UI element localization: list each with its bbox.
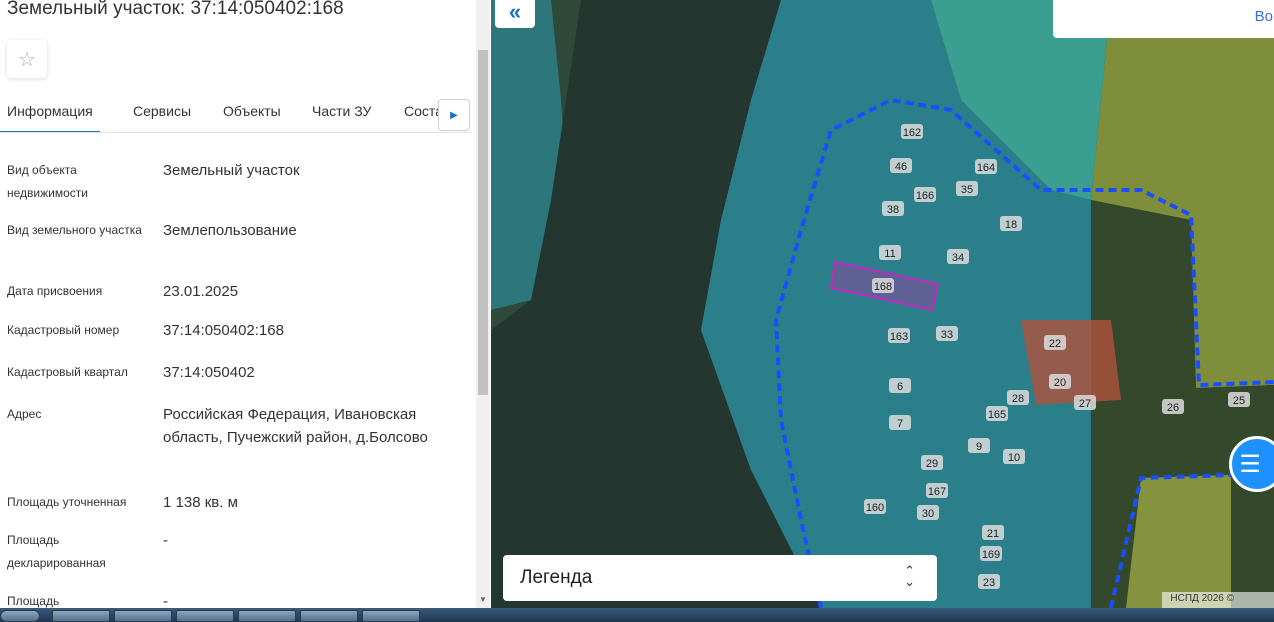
parcel-number[interactable]: 169 [982, 549, 1000, 561]
parcel-number[interactable]: 160 [866, 502, 884, 514]
tab-parts[interactable]: Части ЗУ [312, 103, 371, 119]
info-panel: Земельный участок: 37:14:050402:168 ☆ Ин… [0, 0, 491, 608]
parcel-number[interactable]: 165 [988, 409, 1006, 421]
parcel-number[interactable]: 167 [928, 486, 946, 498]
panel-scrollbar[interactable]: ▼ [476, 0, 490, 608]
taskbar-app[interactable] [114, 610, 172, 622]
caret-right-icon: ▶ [450, 109, 458, 121]
parcel-number[interactable]: 35 [961, 184, 973, 196]
copyright: НСПД 2026 © [1162, 592, 1274, 608]
page-title: Земельный участок: 37:14:050402:168 [7, 0, 344, 19]
star-icon: ☆ [18, 48, 36, 71]
parcel-number[interactable]: 30 [922, 508, 934, 520]
favorite-button[interactable]: ☆ [7, 40, 47, 78]
tab-objects[interactable]: Объекты [223, 103, 281, 119]
expand-chevrons-icon: ⌃ ⌄ [904, 563, 915, 589]
parcel-number[interactable]: 25 [1233, 395, 1245, 407]
os-taskbar [0, 608, 1274, 622]
parcel-number[interactable]: 10 [1008, 452, 1020, 464]
parcel-number[interactable]: 34 [952, 252, 964, 264]
legend-label: Легенда [520, 567, 593, 588]
parcel-number[interactable]: 18 [1005, 219, 1017, 231]
parcel-number[interactable]: 46 [895, 161, 907, 173]
parcel-number[interactable]: 20 [1054, 377, 1066, 389]
taskbar-app[interactable] [362, 610, 420, 622]
parcel-number[interactable]: 28 [1012, 393, 1024, 405]
scroll-down-arrow-icon[interactable]: ▼ [479, 595, 487, 604]
start-button[interactable] [0, 610, 40, 622]
parcel-number[interactable]: 22 [1049, 338, 1061, 350]
satellite-map: 162 46 164 35 166 38 18 11 34 168 163 33 22 6 20 28 27 26… [491, 0, 1274, 608]
parcel-number[interactable]: 166 [916, 190, 934, 202]
parcel-number[interactable]: 168 [874, 281, 892, 293]
parcel-number[interactable]: 6 [897, 381, 903, 393]
parcel-number[interactable]: 33 [941, 329, 953, 341]
parcel-number[interactable]: 164 [977, 162, 995, 174]
parcel-number[interactable]: 21 [987, 528, 999, 540]
chat-icon: ☰ [1239, 450, 1261, 478]
parcel-number[interactable]: 26 [1167, 402, 1179, 414]
parcel-number[interactable]: 27 [1079, 398, 1091, 410]
top-panel-link[interactable]: Во [1255, 8, 1273, 25]
taskbar-app[interactable] [52, 610, 110, 622]
map-top-panel: Во [1053, 0, 1274, 38]
taskbar-app[interactable] [300, 610, 358, 622]
tab-bar: Информация Сервисы Объекты Части ЗУ Сост… [0, 95, 472, 133]
tab-info[interactable]: Информация [0, 103, 100, 132]
legend-button[interactable]: Легенда ⌃ ⌄ [503, 555, 937, 601]
collapse-panel-button[interactable]: « [495, 0, 535, 28]
parcel-number[interactable]: 7 [897, 418, 903, 430]
taskbar-app[interactable] [238, 610, 296, 622]
parcel-number[interactable]: 29 [926, 458, 938, 470]
parcel-number[interactable]: 9 [976, 441, 982, 453]
tab-services[interactable]: Сервисы [133, 103, 191, 119]
scrollbar-thumb[interactable] [478, 50, 488, 395]
parcel-number[interactable]: 162 [903, 127, 921, 139]
taskbar-app[interactable] [176, 610, 234, 622]
parcel-number[interactable]: 38 [887, 204, 899, 216]
parcel-number[interactable]: 11 [884, 248, 895, 260]
parcel-number[interactable]: 163 [890, 331, 908, 343]
parcel-number[interactable]: 23 [983, 577, 995, 589]
tabs-next-button[interactable]: ▶ [438, 99, 470, 131]
map-view[interactable]: 162 46 164 35 166 38 18 11 34 168 163 33 22 6 20 28 27 26… [491, 0, 1274, 608]
double-chevron-left-icon: « [508, 0, 522, 24]
